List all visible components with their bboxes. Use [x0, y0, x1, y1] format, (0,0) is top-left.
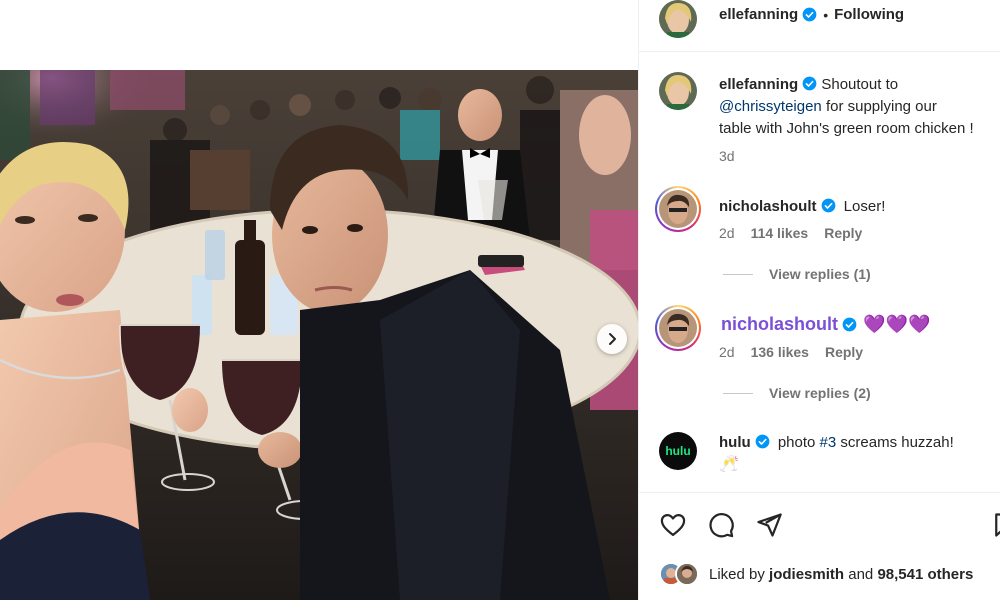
chevron-right-icon [609, 333, 616, 345]
comment-text-hearts: 💜💜💜 [863, 314, 931, 334]
post-photo[interactable] [0, 70, 638, 600]
commenter-avatar[interactable] [655, 305, 701, 351]
commenter-avatar-image [659, 309, 697, 347]
verified-badge-icon [842, 317, 857, 332]
comment-timestamp: 2d [719, 344, 735, 360]
following-button[interactable]: Following [834, 6, 904, 23]
media-pane [0, 0, 638, 600]
comment-likes[interactable]: 136 likes [751, 344, 809, 360]
bookmark-icon[interactable] [991, 511, 1000, 539]
send-icon[interactable] [755, 511, 783, 539]
verified-badge-icon [802, 76, 817, 91]
post-caption: ellefanning Shoutout to @chrissyteigen f… [639, 70, 1000, 170]
comment-item: hulu hulu photo #3 screams huzzah! 🥂 [639, 430, 1000, 490]
commenter-avatar-image [659, 190, 697, 228]
post-header: ellefanning • Following [639, 0, 1000, 52]
liked-by-row: Liked by jodiesmith and 98,541 others [659, 562, 973, 586]
comment-icon[interactable] [707, 511, 735, 539]
post-sidebar: ellefanning • Following ellefanning Shou… [638, 0, 1000, 600]
comment-timestamp: 2d [719, 225, 735, 241]
comment-username[interactable]: nicholashoult [721, 314, 838, 334]
author-avatar[interactable] [659, 0, 697, 38]
comment-text: photo [777, 434, 816, 451]
comment-reply-button[interactable]: Reply [824, 225, 862, 241]
comment-username[interactable]: nicholashoult [719, 198, 817, 215]
caption-text-end: table with John's green room chicken ! [719, 120, 974, 137]
view-replies-label: View replies (2) [769, 385, 871, 401]
liked-by-avatars[interactable] [659, 562, 703, 586]
caption-timestamp: 3d [719, 148, 735, 164]
liked-by-conjunction: and [848, 565, 874, 583]
verified-badge-icon [821, 198, 835, 213]
comment-emoji: 🥂 [719, 456, 739, 473]
view-replies-label: View replies (1) [769, 266, 871, 282]
photo-illustration [0, 70, 638, 600]
hulu-avatar[interactable]: hulu [659, 432, 697, 470]
liked-by-prefix: Liked by [709, 565, 765, 583]
comment-text: Loser! [843, 198, 886, 215]
header-separator: • [823, 6, 829, 23]
comment-item: nicholashoult 💜💜💜 2d 136 likes Reply Vie… [639, 305, 1000, 405]
author-username[interactable]: ellefanning [719, 6, 798, 23]
view-replies-dash [723, 273, 753, 275]
caption-text-start: Shoutout to [821, 76, 899, 93]
view-replies-dash [723, 392, 753, 394]
next-photo-button[interactable] [597, 324, 627, 354]
author-avatar-image [659, 0, 697, 38]
heart-icon[interactable] [659, 511, 687, 539]
caption-username[interactable]: ellefanning [719, 76, 798, 93]
comment-reply-button[interactable]: Reply [825, 344, 863, 360]
comment-username[interactable]: hulu [719, 434, 751, 451]
liked-by-text: Liked by jodiesmith and 98,541 others [709, 566, 973, 583]
caption-mention-link[interactable]: @chrissyteigen [719, 98, 822, 115]
caption-author-avatar[interactable] [659, 72, 697, 110]
caption-author-avatar-image [659, 72, 697, 110]
comment-likes[interactable]: 114 likes [751, 225, 809, 241]
comment-item: nicholashoult Loser! 2d 114 likes Reply … [639, 186, 1000, 286]
liked-by-user[interactable]: jodiesmith [769, 566, 844, 583]
comment-text-end: screams huzzah! [840, 434, 954, 451]
liker-avatar [675, 562, 699, 586]
view-replies-button[interactable]: View replies (2) [723, 385, 871, 401]
verified-badge-icon [755, 434, 770, 449]
actions-divider [639, 492, 1000, 493]
verified-badge-icon [802, 7, 817, 22]
liked-by-count[interactable]: 98,541 others [877, 566, 973, 583]
commenter-avatar[interactable] [655, 186, 701, 232]
caption-text-middle: for supplying our [825, 98, 937, 115]
comment-hashtag-link[interactable]: #3 [820, 434, 837, 451]
hulu-logo: hulu [665, 444, 691, 458]
view-replies-button[interactable]: View replies (1) [723, 266, 871, 282]
